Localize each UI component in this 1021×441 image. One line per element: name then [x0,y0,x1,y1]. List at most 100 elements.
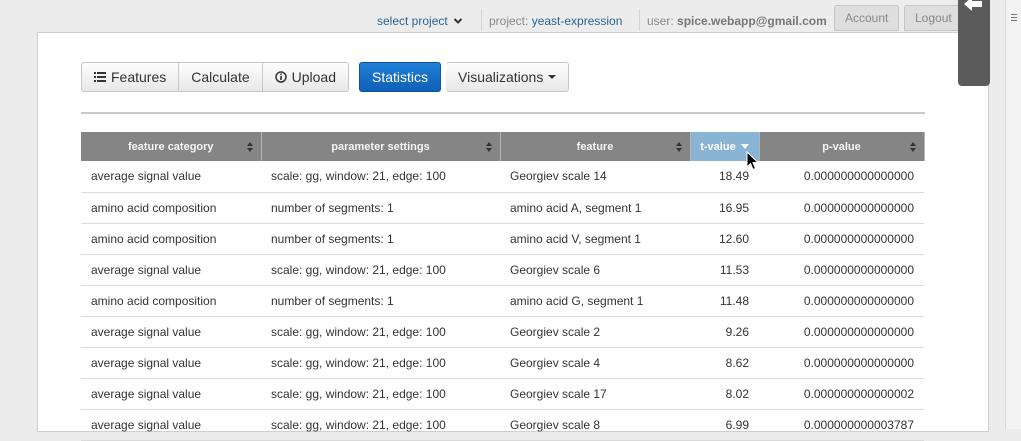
mouse-cursor-icon [746,151,760,171]
table-cell: 11.48 [690,285,759,317]
sort-both-icon [909,142,916,152]
table-row[interactable]: average signal value scale: gg, window: 2… [81,347,924,379]
table-cell: scale: gg, window: 21, edge: 100 [261,409,500,441]
table-cell: scale: gg, window: 21, edge: 100 [261,316,500,348]
table-cell: 8.02 [690,378,759,410]
table-cell: 16.95 [690,192,759,224]
column-header-label: p-value [822,140,861,153]
table-cell: Georgiev scale 4 [500,347,690,379]
table-cell: average signal value [81,378,261,410]
table-cell: average signal value [81,254,261,286]
table-row[interactable]: amino acid composition number of segments… [81,192,924,224]
list-icon [94,72,106,82]
top-navigation-bar: select project project: yeast-expression… [0,0,1021,36]
table-cell: amino acid A, segment 1 [500,192,690,224]
chevron-down-icon [453,18,463,24]
table-cell: scale: gg, window: 21, edge: 100 [261,161,500,193]
table-row[interactable]: average signal value scale: gg, window: 2… [81,378,924,410]
sort-both-icon [485,142,492,152]
table-cell: amino acid composition [81,192,261,224]
table-cell: Georgiev scale 14 [500,161,690,193]
table-cell: scale: gg, window: 21, edge: 100 [261,254,500,286]
table-cell: 6.99 [690,409,759,441]
table-row[interactable]: average signal value scale: gg, window: 2… [81,161,924,193]
table-cell: amino acid G, segment 1 [500,285,690,317]
table-cell: Georgiev scale 8 [500,409,690,441]
feature-action-buttons: Features Calculate Upload [81,62,349,92]
table-cell: 11.53 [690,254,759,286]
sort-both-icon [246,142,253,152]
upload-button[interactable]: Upload [262,62,349,92]
visualizations-dropdown[interactable]: Visualizations [446,62,570,92]
upload-label: Upload [291,69,336,85]
table-row[interactable]: amino acid composition number of segments… [81,285,924,317]
table-cell: 0.000000000000000 [759,192,924,224]
statistics-table: feature category parameter settings feat… [81,132,925,441]
column-header-feature[interactable]: feature [500,132,691,161]
table-cell: number of segments: 1 [261,192,500,224]
table-cell: average signal value [81,316,261,348]
caret-down-icon [548,75,557,79]
table-cell: Georgiev scale 17 [500,378,690,410]
table-cell: 0.000000000000002 [759,378,924,410]
side-panel-toggle[interactable] [958,0,990,86]
table-cell: 0.000000000000000 [759,316,924,348]
user-email: spice.webapp@gmail.com [677,14,827,28]
select-project-menu[interactable]: select project [377,13,463,29]
table-cell: 0.000000000000000 [759,285,924,317]
features-label: Features [111,69,167,85]
vertical-scrollbar[interactable] [1005,0,1021,429]
calculate-button[interactable]: Calculate [179,62,263,92]
sort-desc-icon [740,143,749,149]
table-cell: average signal value [81,409,261,441]
table-cell: 0.000000000000000 [759,347,924,379]
table-header-row: feature category parameter settings feat… [81,132,925,161]
table-cell: average signal value [81,161,261,193]
section-divider [81,112,925,114]
table-cell: 12.60 [690,223,759,255]
table-cell: Georgiev scale 2 [500,316,690,348]
scrollbar-grip-icon [1011,14,1017,21]
table-cell: scale: gg, window: 21, edge: 100 [261,378,500,410]
column-header-label: t-value [700,140,736,153]
table-cell: 0.000000000000000 [759,254,924,286]
separator [481,9,482,31]
column-header-label: parameter settings [331,140,430,153]
user-info: user: spice.webapp@gmail.com [647,13,827,29]
select-project-link[interactable]: select project [377,14,448,28]
table-cell: 0.000000000003787 [759,409,924,441]
table-row[interactable]: average signal value scale: gg, window: 2… [81,254,924,286]
project-name-link[interactable]: yeast-expression [532,14,623,28]
logout-button[interactable]: Logout [904,5,963,31]
table-body: average signal value scale: gg, window: 2… [81,161,924,441]
project-prefix: project: [489,14,532,28]
features-button[interactable]: Features [81,62,180,92]
visualizations-label: Visualizations [458,69,544,85]
column-header-label: feature [576,140,614,153]
back-arrow-icon [964,0,982,11]
table-cell: number of segments: 1 [261,223,500,255]
project-info: project: yeast-expression [489,13,622,29]
table-row[interactable]: amino acid composition number of segments… [81,223,924,255]
column-header-p-value[interactable]: p-value [759,132,925,161]
table-row[interactable]: average signal value scale: gg, window: 2… [81,316,924,348]
column-header-label: feature category [127,140,214,153]
sort-both-icon [675,142,682,152]
table-row[interactable]: average signal value scale: gg, window: 2… [81,409,924,441]
table-cell: amino acid composition [81,223,261,255]
table-cell: amino acid V, segment 1 [500,223,690,255]
column-header-parameter-settings[interactable]: parameter settings [261,132,501,161]
account-button[interactable]: Account [834,5,900,31]
table-cell: amino acid composition [81,285,261,317]
separator [639,9,640,31]
table-cell: number of segments: 1 [261,285,500,317]
table-cell: average signal value [81,347,261,379]
table-cell: 8.62 [690,347,759,379]
table-cell: 0.000000000000000 [759,161,924,193]
column-header-feature-category[interactable]: feature category [81,132,262,161]
info-circle-icon [274,71,287,83]
table-cell: 0.000000000000000 [759,223,924,255]
table-cell: Georgiev scale 6 [500,254,690,286]
statistics-button[interactable]: Statistics [359,62,442,92]
user-prefix: user: [647,14,678,28]
